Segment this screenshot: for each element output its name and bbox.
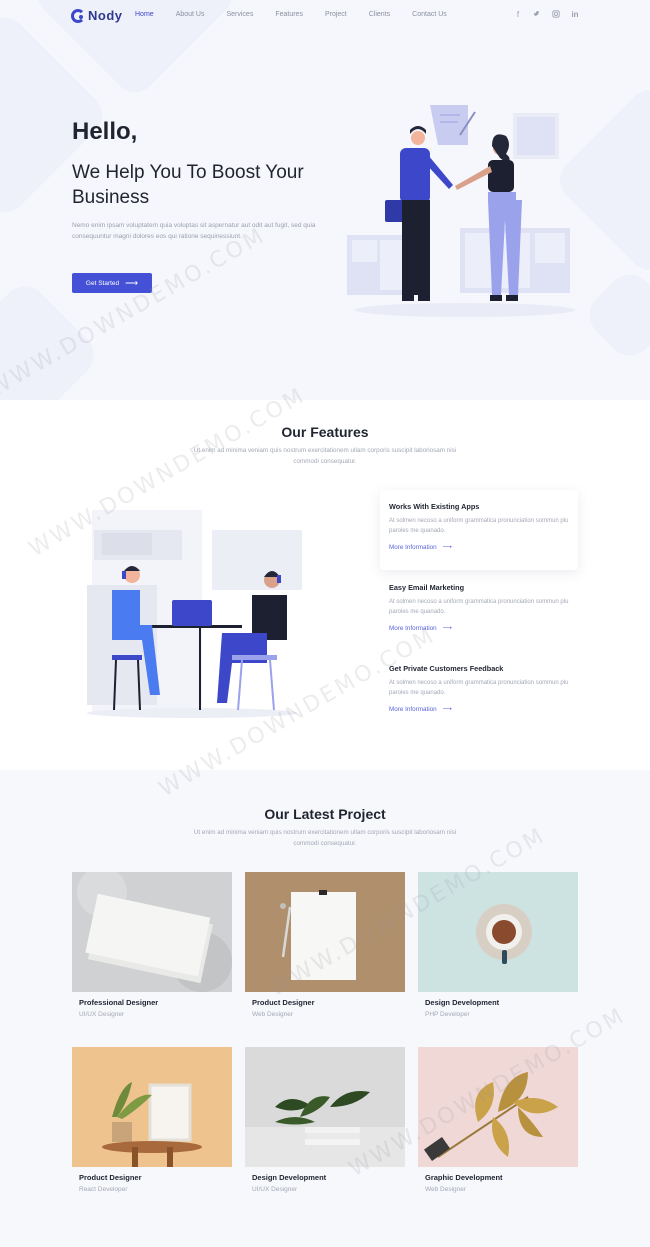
feature-text: At solmen necoso a uniform grammatica pr… [389, 599, 569, 615]
instagram-icon[interactable] [552, 10, 560, 20]
linkedin-icon[interactable]: in [571, 10, 579, 20]
feature-text: At solmen necoso a uniform grammatica pr… [389, 518, 569, 534]
get-started-button[interactable]: Get Started ⟶ [72, 273, 152, 293]
feature-text: At solmen necoso a uniform grammatica pr… [389, 680, 569, 696]
arrow-right-icon: ⟶ [442, 625, 452, 632]
more-information-link[interactable]: More Information ⟶ [389, 706, 569, 713]
facebook-icon[interactable]: f [514, 10, 522, 20]
social-links: f in [514, 10, 579, 20]
project-title: Graphic Development [425, 1173, 503, 1182]
nav-item-contact-us[interactable]: Contact Us [412, 11, 447, 18]
project-title: Professional Designer [79, 998, 159, 1007]
feature-title: Works With Existing Apps [389, 502, 480, 511]
get-started-label: Get Started [85, 279, 120, 287]
hero-decor-shape [580, 265, 650, 365]
project-image-golden-leaf [418, 1047, 578, 1167]
project-role: Web Designer [252, 1011, 294, 1018]
nav-item-home[interactable]: Home [135, 11, 154, 18]
project-card[interactable]: Product Designer React Developer [72, 1047, 232, 1193]
hero-section: Nody Home About Us Services Features Pro… [0, 0, 650, 400]
project-image-coffee-cup [418, 872, 578, 992]
nav-item-about-us[interactable]: About Us [176, 11, 205, 18]
project-image-paper-cards [72, 872, 232, 992]
project-image-books-plant [245, 1047, 405, 1167]
twitter-icon[interactable] [533, 10, 541, 20]
more-information-label: More Information [389, 706, 437, 713]
feature-title: Easy Email Marketing [389, 583, 465, 592]
hero-headline: We Help You To Boost Your Business [72, 162, 304, 208]
hero-greeting: Hello, [72, 118, 138, 145]
main-menu: Home About Us Services Features Project … [135, 11, 469, 18]
arrow-right-icon: ⟶ [442, 544, 452, 551]
arrow-right-icon: ⟶ [442, 706, 452, 713]
project-role: UI/UX Designer [79, 1011, 125, 1018]
features-title: Our Features [281, 424, 369, 440]
nav-item-clients[interactable]: Clients [369, 11, 390, 18]
project-title: Design Development [252, 1173, 327, 1182]
nav-item-services[interactable]: Services [226, 11, 253, 18]
project-image-paper-pen [245, 872, 405, 992]
project-role: UI/UX Designer [252, 1186, 298, 1193]
features-subtitle: Ut enim ad minima veniam quis nostrum ex… [193, 447, 457, 465]
more-information-link[interactable]: More Information ⟶ [389, 544, 569, 551]
logo[interactable]: Nody [71, 8, 123, 23]
project-role: PHP Developer [425, 1011, 470, 1018]
handshake-illustration [347, 105, 575, 317]
project-image-plant-frame [72, 1047, 232, 1167]
more-information-link[interactable]: More Information ⟶ [389, 625, 569, 632]
team-work-illustration [87, 510, 302, 718]
project-title: Product Designer [252, 998, 315, 1007]
more-information-label: More Information [389, 625, 437, 632]
logo-icon [71, 8, 85, 23]
arrow-right-icon: ⟶ [125, 277, 139, 288]
logo-text: Nody [88, 8, 123, 23]
project-card[interactable]: Graphic Development Web Designer [418, 1047, 578, 1193]
project-title: Product Designer [79, 1173, 142, 1182]
feature-title: Get Private Customers Feedback [389, 664, 504, 673]
project-card[interactable]: Professional Designer UI/UX Designer [72, 872, 232, 1018]
project-card[interactable]: Product Designer Web Designer [245, 872, 405, 1018]
nav-item-features[interactable]: Features [275, 11, 303, 18]
projects-title: Our Latest Project [264, 806, 386, 822]
project-role: Web Designer [425, 1186, 467, 1193]
hero-decor-shape [0, 277, 103, 400]
nav-item-project[interactable]: Project [325, 11, 347, 18]
projects-subtitle: Ut enim ad minima veniam quis nostrum ex… [193, 829, 457, 847]
feature-item: Get Private Customers Feedback At solmen… [380, 652, 578, 732]
project-title: Design Development [425, 998, 500, 1007]
project-role: React Developer [79, 1186, 128, 1193]
project-card[interactable]: Design Development UI/UX Designer [245, 1047, 405, 1193]
project-card[interactable]: Design Development PHP Developer [418, 872, 578, 1018]
feature-item: Easy Email Marketing At solmen necoso a … [380, 571, 578, 651]
top-nav: Nody Home About Us Services Features Pro… [0, 0, 650, 30]
more-information-label: More Information [389, 544, 437, 551]
hero-description: Nemo enim ipsam voluptatem quia voluptas… [72, 222, 316, 240]
feature-card: Works With Existing Apps At solmen necos… [380, 490, 578, 570]
